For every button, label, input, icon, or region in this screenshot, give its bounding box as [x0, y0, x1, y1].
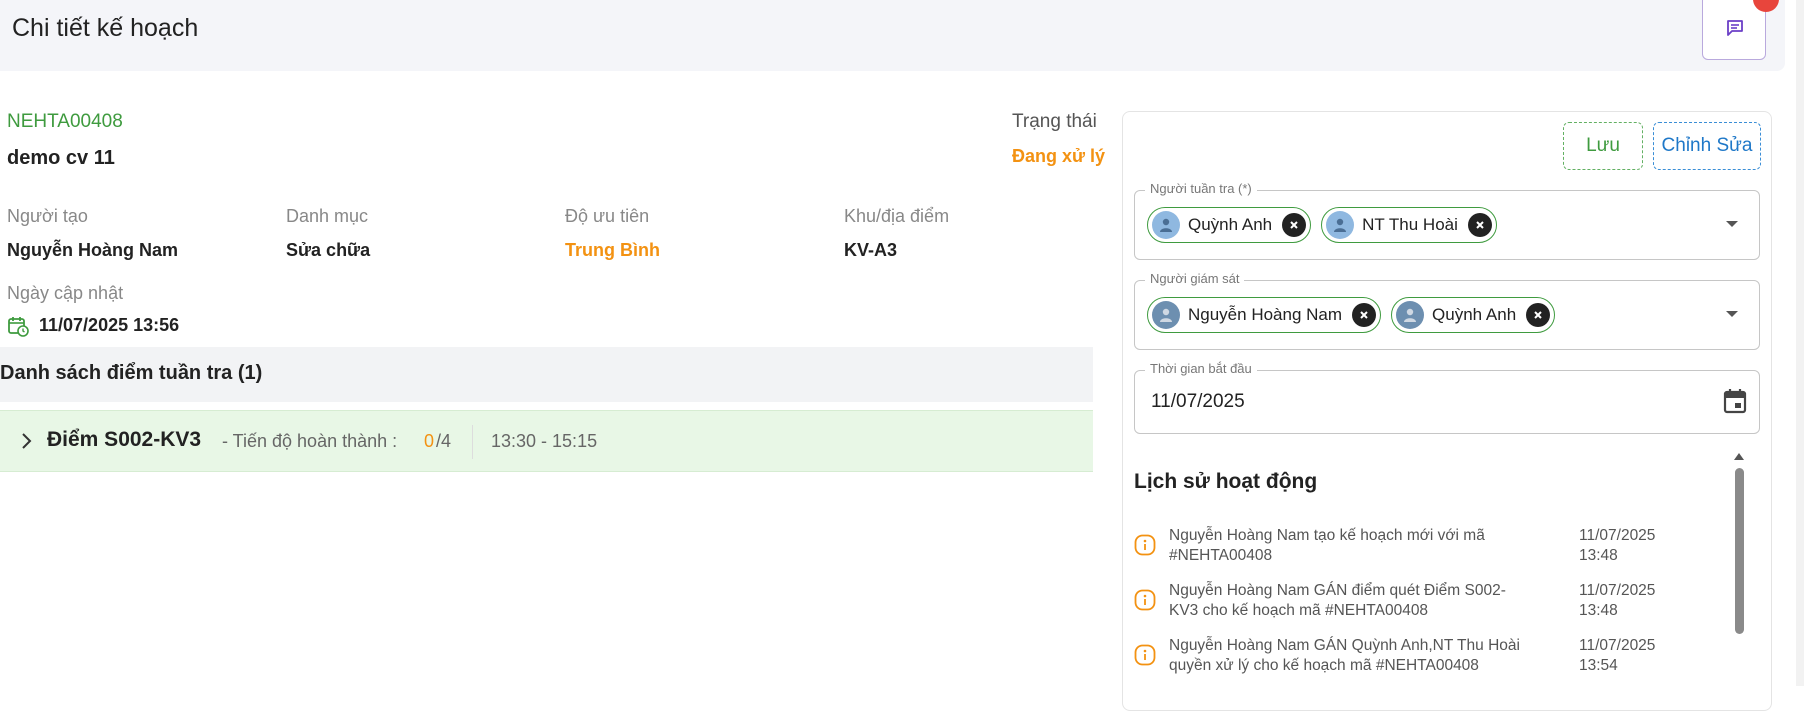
- status-label: Trạng thái: [1012, 111, 1097, 132]
- scroll-up-arrow-icon[interactable]: [1733, 451, 1745, 461]
- patrollers-select[interactable]: Người tuần tra (*) Quỳnh Anh NT Thu Hoài: [1134, 181, 1760, 260]
- progress-total: /4: [436, 431, 452, 451]
- edit-button[interactable]: Chỉnh Sửa: [1653, 122, 1761, 170]
- patrollers-legend: Người tuần tra (*): [1145, 181, 1257, 196]
- plan-code: NEHTA00408: [7, 111, 123, 132]
- progress-label: - Tiến độ hoàn thành :: [222, 431, 398, 451]
- patroller-chip: Quỳnh Anh: [1147, 207, 1312, 243]
- avatar: [1152, 211, 1180, 239]
- status-badge: Đang xử lý: [1012, 146, 1106, 166]
- points-section-title: Danh sách điểm tuần tra (1): [0, 362, 263, 384]
- chip-label: NT Thu Hoài: [1362, 215, 1458, 234]
- person-icon: [1404, 308, 1417, 322]
- point-name: Điểm S002-KV3: [47, 428, 202, 451]
- chat-button[interactable]: [1702, 0, 1766, 60]
- chip-label: Quỳnh Anh: [1188, 215, 1273, 234]
- updated-label: Ngày cập nhật: [7, 283, 124, 303]
- page-title: Chi tiết kế hoạch: [12, 14, 199, 42]
- progress-done: 0: [424, 431, 435, 451]
- creator-label: Người tạo: [7, 206, 88, 226]
- area-label: Khu/địa điểm: [844, 206, 950, 226]
- history-time: 11/07/2025 13:54: [1579, 637, 1656, 674]
- avatar: [1326, 211, 1355, 239]
- info-icon: [1134, 534, 1156, 556]
- area-value: KV-A3: [844, 240, 898, 260]
- updated-value: 11/07/2025 13:56: [39, 315, 180, 335]
- supervisor-chip: Nguyễn Hoàng Nam: [1147, 297, 1382, 333]
- info-icon: [1134, 644, 1156, 666]
- avatar: [1152, 301, 1180, 329]
- save-button[interactable]: Lưu: [1563, 122, 1643, 170]
- chat-icon: [1727, 20, 1743, 36]
- supervisors-legend: Người giám sát: [1145, 271, 1245, 286]
- avatar: [1396, 301, 1425, 329]
- history-text: Nguyễn Hoàng Nam tạo kế hoạch mới với mã…: [1169, 527, 1485, 564]
- priority-label: Độ ưu tiên: [565, 206, 650, 226]
- history-time: 11/07/2025 13:48: [1579, 527, 1656, 564]
- patroller-chip: NT Thu Hoài: [1321, 207, 1497, 243]
- calendar-icon[interactable]: [1723, 388, 1747, 414]
- divider: [472, 425, 473, 459]
- person-icon: [1160, 308, 1172, 322]
- category-label: Danh mục: [286, 206, 369, 226]
- start-date-field[interactable]: Thời gian bắt đầu 11/07/2025: [1134, 361, 1760, 434]
- page-header: Chi tiết kế hoạch: [0, 0, 1785, 71]
- plan-name: demo cv 11: [7, 147, 115, 169]
- chip-label: Nguyễn Hoàng Nam: [1188, 305, 1343, 324]
- supervisor-chip: Quỳnh Anh: [1391, 297, 1556, 333]
- remove-chip-icon[interactable]: [1282, 213, 1307, 237]
- point-time-range: 13:30 - 15:15: [491, 431, 598, 451]
- history-text: Nguyễn Hoàng Nam GÁN điểm quét Điểm S002…: [1169, 582, 1506, 619]
- dropdown-arrow-icon[interactable]: [1725, 219, 1739, 229]
- remove-chip-icon[interactable]: [1352, 303, 1377, 327]
- scrollbar-thumb[interactable]: [1735, 468, 1744, 634]
- remove-chip-icon[interactable]: [1526, 303, 1551, 327]
- category-value: Sửa chữa: [286, 240, 371, 260]
- start-date-legend: Thời gian bắt đầu: [1145, 361, 1257, 376]
- priority-value: Trung Bình: [565, 240, 660, 260]
- list-item[interactable]: Điểm S002-KV3 - Tiến độ hoàn thành : 0 /…: [0, 410, 1093, 472]
- dropdown-arrow-icon[interactable]: [1725, 309, 1739, 319]
- history-title: Lịch sử hoạt động: [1134, 470, 1318, 493]
- history-text: Nguyễn Hoàng Nam GÁN Quỳnh Anh,NT Thu Ho…: [1169, 637, 1520, 674]
- start-date-value: 11/07/2025: [1151, 391, 1245, 412]
- calendar-clock-icon: [8, 317, 29, 337]
- creator-value: Nguyễn Hoàng Nam: [7, 240, 179, 260]
- info-icon: [1134, 589, 1156, 611]
- page-scrollbar[interactable]: [1796, 0, 1804, 686]
- person-icon: [1334, 218, 1347, 232]
- chip-label: Quỳnh Anh: [1432, 305, 1517, 324]
- person-icon: [1160, 218, 1172, 232]
- supervisors-select[interactable]: Người giám sát Nguyễn Hoàng Nam Quỳnh An…: [1134, 271, 1760, 350]
- chevron-right-icon[interactable]: [20, 431, 34, 451]
- history-time: 11/07/2025 13:48: [1579, 582, 1656, 619]
- remove-chip-icon[interactable]: [1467, 213, 1492, 237]
